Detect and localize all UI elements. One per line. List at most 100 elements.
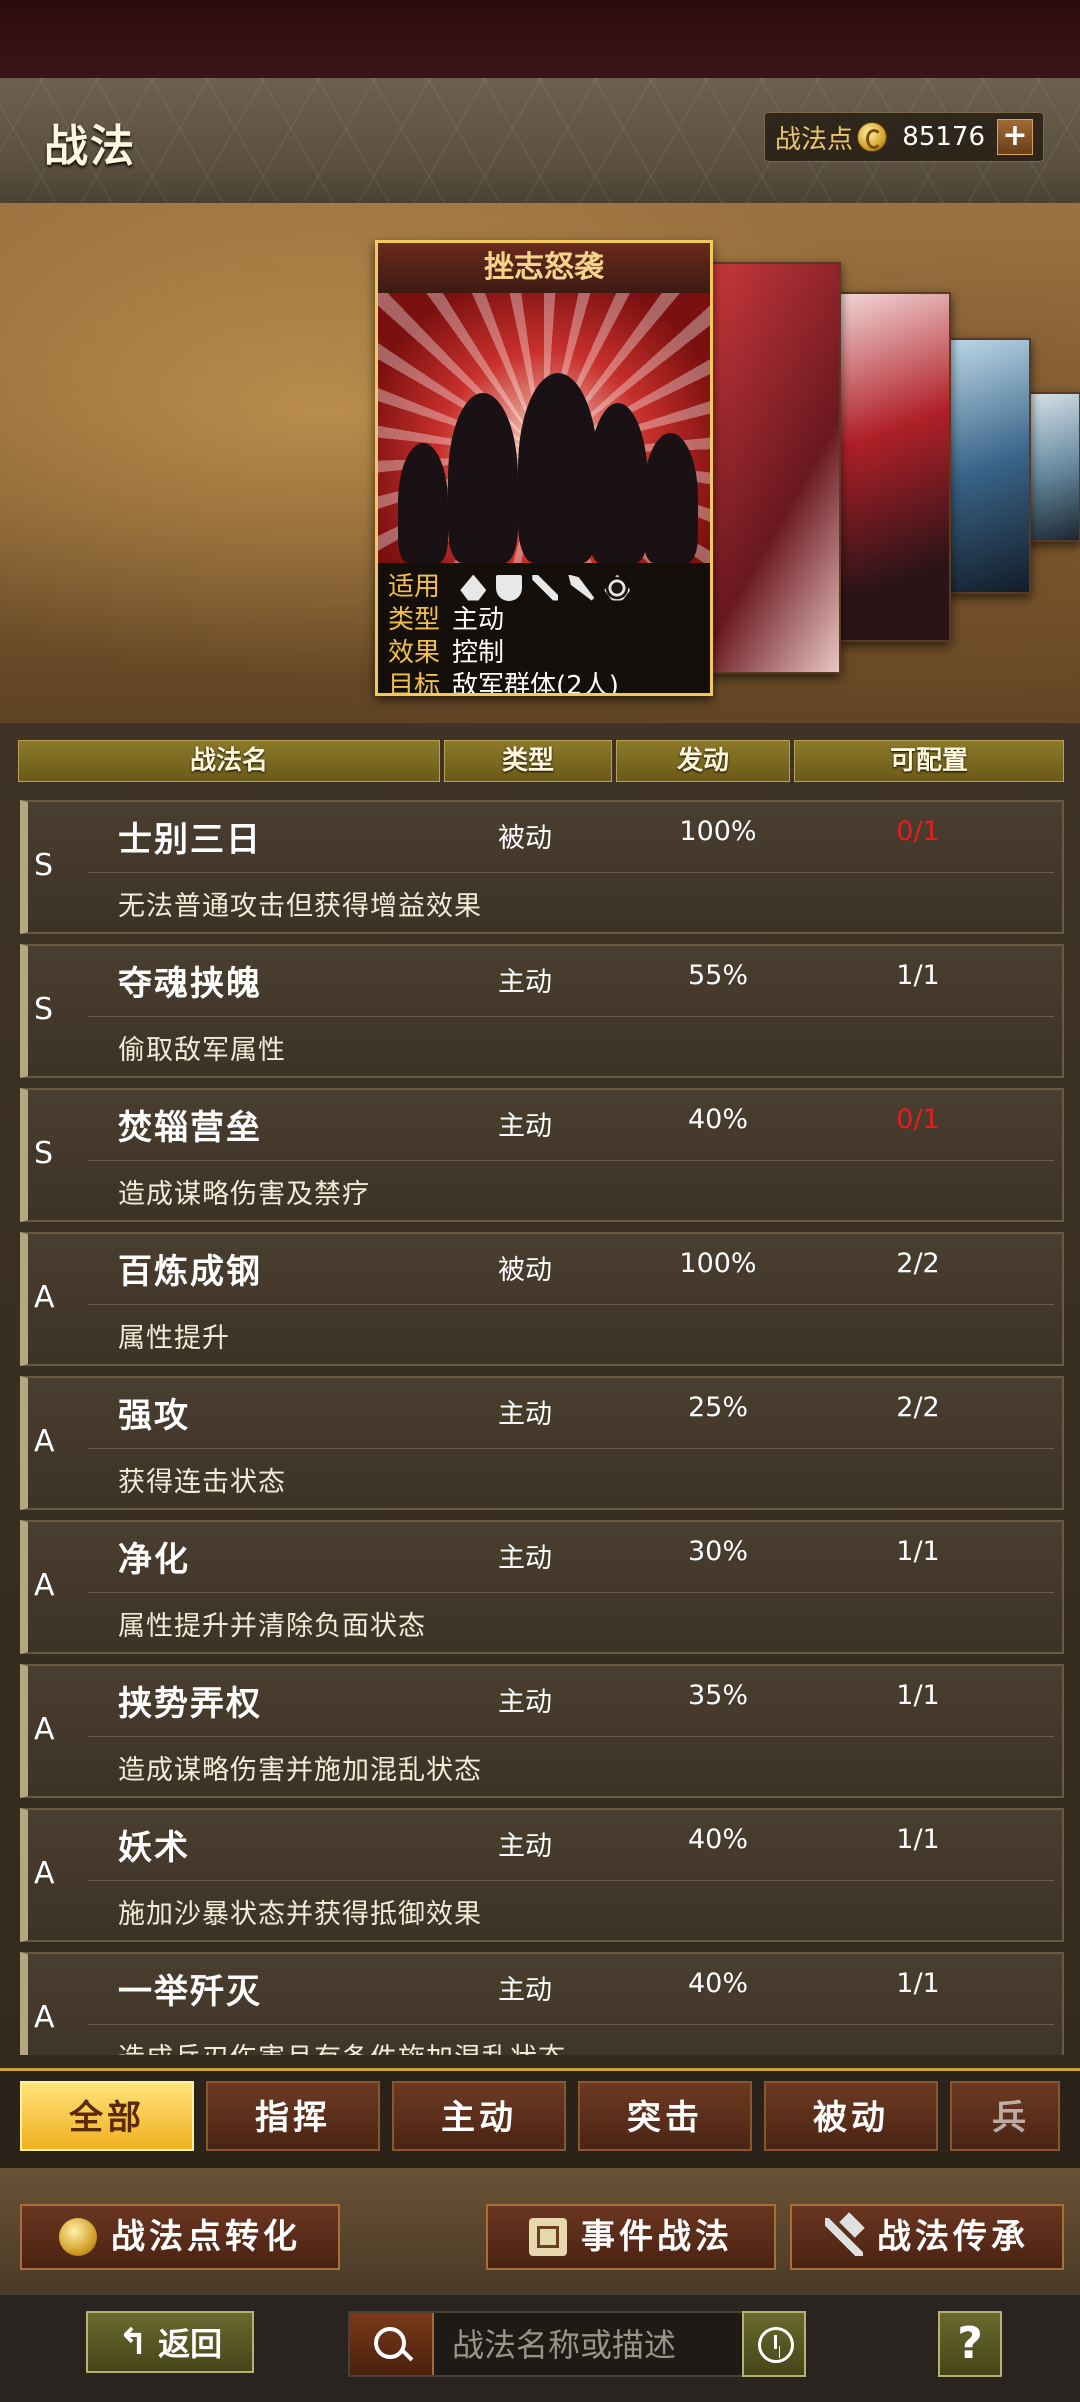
column-header-count[interactable]: 可配置 (794, 740, 1064, 782)
skill-count: 1/1 (896, 1536, 940, 1567)
skill-card-thumbnail[interactable] (1027, 392, 1080, 542)
skill-name: 净化 (118, 1540, 190, 1580)
row-divider (88, 2024, 1054, 2025)
skill-row[interactable]: A 一举歼灭 主动 40% 1/1 造成兵刃伤害且有条件施加混乱状态 (20, 1952, 1064, 2055)
hammer-icon (825, 2218, 863, 2256)
skill-name: 一举歼灭 (118, 1972, 262, 2012)
skill-list[interactable]: S 士别三日 被动 100% 0/1 无法普通攻击但获得增益效果 S 夺魂挟魄 主动 55% 1/1… (20, 800, 1064, 2055)
tab-assault[interactable]: 突击 (578, 2081, 752, 2151)
row-divider (88, 1304, 1054, 1305)
bow-icon (532, 574, 559, 601)
add-points-button[interactable]: + (997, 119, 1033, 155)
event-skills-label: 事件战法 (581, 2217, 733, 2257)
help-button[interactable]: ? (938, 2311, 1002, 2377)
inherit-skill-button[interactable]: 战法传承 (790, 2204, 1064, 2270)
troop-icons (460, 574, 631, 601)
top-strip (0, 0, 1080, 78)
skill-count: 1/1 (896, 1680, 940, 1711)
column-header-type[interactable]: 类型 (444, 740, 612, 782)
featured-card-info: 适用 类型 主动 效果 控制 目标 敌军群体(2人) (378, 563, 710, 696)
skill-rate: 35% (687, 1680, 748, 1711)
row-divider (88, 1160, 1054, 1161)
tab-troop[interactable]: 兵种 (950, 2081, 1060, 2151)
search-box (348, 2311, 748, 2377)
shield-icon (496, 574, 523, 601)
inherit-skill-label: 战法传承 (877, 2217, 1029, 2257)
cavalry-icon (460, 574, 487, 601)
skill-grade: A (34, 1424, 55, 1459)
skill-grade: S (34, 848, 54, 883)
back-button[interactable]: ↰ 返回 (86, 2311, 254, 2373)
row-divider (88, 1016, 1054, 1017)
skill-grade: A (34, 2000, 55, 2035)
skill-rate: 100% (679, 1248, 757, 1279)
spear-icon (568, 574, 595, 601)
convert-points-button[interactable]: 战法点转化 (20, 2204, 340, 2270)
skill-description: 无法普通攻击但获得增益效果 (118, 891, 482, 922)
skill-count: 1/1 (896, 1968, 940, 1999)
featured-skill-card[interactable]: 挫志怒袭 适用 类型 主动 效果 控制 目标 敌军群体(2人) (375, 240, 713, 696)
column-header-rate[interactable]: 发动 (616, 740, 790, 782)
skill-type: 主动 (498, 1975, 552, 2006)
bottom-bar: ↰ 返回 ? (0, 2293, 1080, 2402)
skill-description: 施加沙暴状态并获得抵御效果 (118, 1899, 482, 1930)
skill-card-thumbnail[interactable] (947, 338, 1031, 594)
skill-rate: 40% (687, 1824, 748, 1855)
coin-icon (59, 2218, 97, 2256)
skill-row[interactable]: A 挟势弄权 主动 35% 1/1 造成谋略伤害并施加混乱状态 (20, 1664, 1064, 1798)
skill-grade: A (34, 1280, 55, 1315)
history-clock-button[interactable] (742, 2311, 806, 2377)
skill-type: 主动 (498, 1543, 552, 1574)
scroll-icon (529, 2218, 567, 2256)
skill-row[interactable]: S 焚辎营垒 主动 40% 0/1 造成谋略伤害及禁疗 (20, 1088, 1064, 1222)
column-header-name[interactable]: 战法名 (18, 740, 440, 782)
skill-card-thumbnail[interactable] (707, 262, 841, 674)
skill-name: 焚辎营垒 (118, 1108, 262, 1148)
row-divider (88, 1880, 1054, 1881)
skill-name: 士别三日 (118, 820, 262, 860)
skill-description: 属性提升 (118, 1323, 230, 1354)
skill-description: 造成谋略伤害及禁疗 (118, 1179, 370, 1210)
skill-type: 主动 (498, 1399, 552, 1430)
wheel-icon (604, 574, 631, 601)
skill-name: 挟势弄权 (118, 1684, 262, 1724)
skill-type: 主动 (498, 1687, 552, 1718)
skill-row[interactable]: S 夺魂挟魄 主动 55% 1/1 偷取敌军属性 (20, 944, 1064, 1078)
page-title: 战法 (44, 121, 136, 172)
tab-all[interactable]: 全部 (20, 2081, 194, 2151)
skill-count: 2/2 (896, 1392, 940, 1423)
skill-rate: 30% (687, 1536, 748, 1567)
skill-row[interactable]: S 士别三日 被动 100% 0/1 无法普通攻击但获得增益效果 (20, 800, 1064, 934)
tab-command[interactable]: 指挥 (206, 2081, 380, 2151)
skill-type: 主动 (498, 1111, 552, 1142)
skill-points-box: 战法点 85176 + (764, 112, 1044, 162)
skill-grade: A (34, 1712, 55, 1747)
tab-active[interactable]: 主动 (392, 2081, 566, 2151)
skill-grade: S (34, 992, 54, 1027)
skill-type: 主动 (498, 967, 552, 998)
skill-name: 百炼成钢 (118, 1252, 262, 1292)
skill-grade: A (34, 1568, 55, 1603)
skill-row[interactable]: A 强攻 主动 25% 2/2 获得连击状态 (20, 1376, 1064, 1510)
skill-description: 造成兵刃伤害且有条件施加混乱状态 (118, 2036, 566, 2055)
row-divider (88, 1736, 1054, 1737)
filter-tab-bar: 全部 指挥 主动 突击 被动 兵种 (0, 2068, 1080, 2171)
card-info-row-troops: 适用 (388, 571, 700, 604)
search-input[interactable] (450, 2313, 744, 2377)
skill-row[interactable]: A 百炼成钢 被动 100% 2/2 属性提升 (20, 1232, 1064, 1366)
skill-rate: 25% (687, 1392, 748, 1423)
skill-count: 0/1 (896, 816, 940, 847)
skill-row[interactable]: A 妖术 主动 40% 1/1 施加沙暴状态并获得抵御效果 (20, 1808, 1064, 1942)
card-info-row-target: 目标 敌军群体(2人) (388, 671, 619, 696)
action-bar: 战法点转化 事件战法 战法传承 (0, 2168, 1080, 2293)
back-arrow-icon: ↰ (117, 2321, 149, 2363)
tab-passive[interactable]: 被动 (764, 2081, 938, 2151)
skill-grade: A (34, 1856, 55, 1891)
skill-card-thumbnail[interactable] (837, 292, 951, 642)
skill-row[interactable]: A 净化 主动 30% 1/1 属性提升并清除负面状态 (20, 1520, 1064, 1654)
event-skills-button[interactable]: 事件战法 (486, 2204, 776, 2270)
coin-icon (857, 122, 888, 152)
skill-points-value: 85176 (902, 122, 985, 152)
search-icon[interactable] (350, 2313, 434, 2375)
skill-description: 获得连击状态 (118, 1467, 286, 1498)
